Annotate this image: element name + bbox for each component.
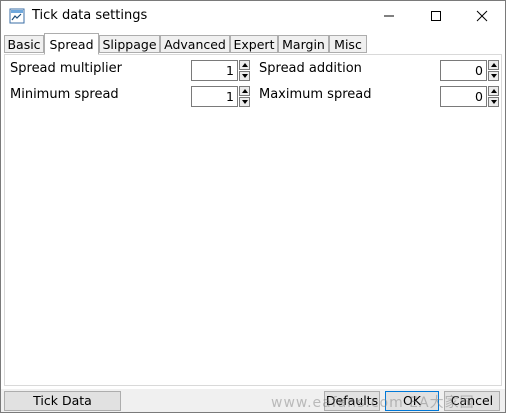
spin-up-button[interactable] xyxy=(239,86,250,96)
maximum-spread-label: Maximum spread xyxy=(259,87,372,102)
tick-data-manager-button[interactable]: Tick Data Manager xyxy=(4,391,121,412)
spread-multiplier-stepper[interactable]: 1 xyxy=(191,60,251,81)
tab-margin[interactable]: Margin xyxy=(278,35,329,53)
tab-misc[interactable]: Misc xyxy=(329,35,367,53)
spin-down-button[interactable] xyxy=(239,71,250,81)
tab-advanced[interactable]: Advanced xyxy=(160,35,230,53)
spin-down-button[interactable] xyxy=(488,71,499,81)
minimum-spread-stepper[interactable]: 1 xyxy=(191,86,251,107)
spread-addition-stepper[interactable]: 0 xyxy=(440,60,500,81)
arrow-up-icon xyxy=(490,89,497,93)
minimum-spread-input[interactable]: 1 xyxy=(191,86,238,107)
title-bar[interactable]: Tick data settings xyxy=(1,1,505,31)
tab-basic[interactable]: Basic xyxy=(4,35,44,53)
spread-tab-panel: Spread multiplier 1 Spread addition 0 Mi… xyxy=(4,54,502,386)
arrow-down-icon xyxy=(241,74,248,78)
window-title: Tick data settings xyxy=(32,8,148,23)
arrow-down-icon xyxy=(490,100,497,104)
cancel-button[interactable]: Cancel xyxy=(444,391,500,411)
minimum-spread-label: Minimum spread xyxy=(10,87,119,102)
maximize-icon xyxy=(431,11,441,21)
spread-multiplier-label: Spread multiplier xyxy=(10,61,122,76)
maximum-spread-input[interactable]: 0 xyxy=(440,86,487,107)
tab-slippage[interactable]: Slippage xyxy=(99,35,160,53)
close-button[interactable] xyxy=(459,1,505,31)
ok-button[interactable]: OK xyxy=(385,391,439,411)
arrow-down-icon xyxy=(490,74,497,78)
spread-addition-label: Spread addition xyxy=(259,61,362,76)
maximize-button[interactable] xyxy=(413,1,459,31)
spin-up-button[interactable] xyxy=(488,86,499,96)
spread-multiplier-input[interactable]: 1 xyxy=(191,60,238,81)
maximum-spread-stepper[interactable]: 0 xyxy=(440,86,500,107)
arrow-up-icon xyxy=(241,63,248,67)
spin-up-button[interactable] xyxy=(488,60,499,70)
spin-up-button[interactable] xyxy=(239,60,250,70)
spin-down-button[interactable] xyxy=(239,97,250,107)
defaults-button[interactable]: Defaults xyxy=(324,391,380,411)
app-icon xyxy=(9,8,25,24)
arrow-down-icon xyxy=(241,100,248,104)
spin-down-button[interactable] xyxy=(488,97,499,107)
tab-expert[interactable]: Expert xyxy=(230,35,278,53)
tick-data-settings-window: Tick data settings Basic Spread Slippage… xyxy=(0,0,506,413)
minimize-icon xyxy=(384,15,394,17)
footer-bar: Tick Data Manager Defaults OK Cancel xyxy=(1,389,505,412)
minimize-button[interactable] xyxy=(366,1,412,31)
spread-addition-input[interactable]: 0 xyxy=(440,60,487,81)
arrow-up-icon xyxy=(241,89,248,93)
arrow-up-icon xyxy=(490,63,497,67)
tab-spread[interactable]: Spread xyxy=(44,33,99,55)
close-icon xyxy=(476,10,488,22)
